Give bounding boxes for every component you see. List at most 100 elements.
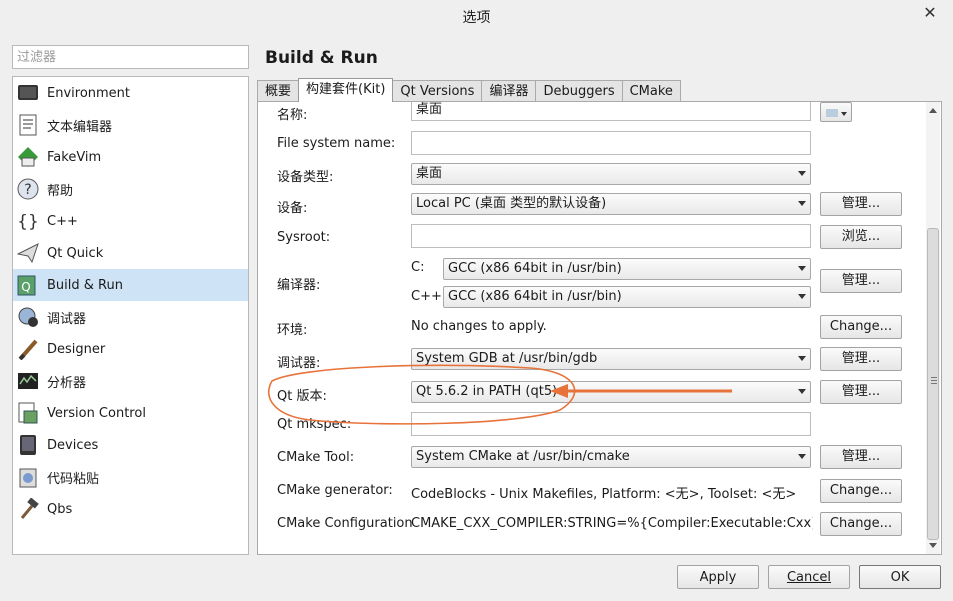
scroll-up-icon[interactable] [929, 108, 937, 113]
sidebar-item-fakevim[interactable]: FakeVim [13, 141, 248, 173]
sidebar-item-qt-quick[interactable]: Qt Quick [13, 237, 248, 269]
close-icon[interactable]: ✕ [921, 4, 939, 22]
compiler-c-label: C: [411, 260, 425, 275]
window-title: 选项 [462, 10, 491, 26]
sidebar-item-label: Devices [47, 437, 99, 453]
change-environment-button[interactable]: Change... [820, 315, 902, 339]
help-icon: ? [17, 178, 39, 200]
cancel-button[interactable]: Cancel [768, 565, 850, 589]
cmake-generator-value: CodeBlocks - Unix Makefiles, Platform: <… [411, 487, 797, 502]
chevron-down-icon [798, 389, 806, 394]
sidebar-item-qbs[interactable]: Qbs [13, 493, 248, 525]
device-type-label: 设备类型: [277, 170, 334, 185]
sysroot-label: Sysroot: [277, 230, 331, 245]
chevron-down-icon [798, 454, 806, 459]
cmake-configuration-label: CMake Configuration [277, 516, 413, 531]
chevron-down-icon [798, 294, 806, 299]
sidebar-item-label: 帮助 [47, 183, 74, 199]
filter-input[interactable] [12, 45, 249, 69]
text-editor-icon [17, 114, 39, 136]
kit-settings-panel: 名称: 桌面 File system name: 设备类型: 桌面 设备: Lo… [257, 101, 942, 555]
manage-cmake-tool-button[interactable]: 管理... [820, 445, 902, 469]
tab-kits[interactable]: 构建套件(Kit) [298, 78, 394, 102]
sidebar-item-label: 分析器 [47, 375, 87, 391]
qt-build-icon: Q [17, 274, 39, 296]
manage-debugger-button[interactable]: 管理... [820, 347, 902, 371]
sidebar-item-label: Environment [47, 85, 131, 101]
sysroot-field[interactable] [411, 224, 811, 248]
tab-overview[interactable]: 概要 [257, 80, 300, 102]
compiler-c-value: GCC (x86 64bit in /usr/bin) [448, 261, 622, 276]
qt-version-label: Qt 版本: [277, 389, 327, 404]
vim-icon [17, 146, 39, 168]
chevron-down-icon [798, 201, 806, 206]
tab-cmake[interactable]: CMake [621, 80, 681, 102]
sidebar-item-build-run[interactable]: Q Build & Run [13, 269, 248, 301]
svg-text:Q: Q [21, 280, 30, 294]
tab-qt-versions[interactable]: Qt Versions [392, 80, 483, 102]
compiler-c-select[interactable]: GCC (x86 64bit in /usr/bin) [443, 258, 811, 280]
sidebar-item-designer[interactable]: Designer [13, 333, 248, 365]
page-title: Build & Run [265, 48, 378, 68]
browse-sysroot-button[interactable]: 浏览... [820, 225, 902, 249]
manage-device-button[interactable]: 管理... [820, 192, 902, 216]
sidebar-item-cpp[interactable]: {} C++ [13, 205, 248, 237]
qt-mkspec-label: Qt mkspec: [277, 417, 352, 432]
sidebar-item-label: Designer [47, 341, 106, 357]
scrollbar-thumb[interactable] [927, 228, 939, 540]
chevron-down-icon [798, 171, 806, 176]
manage-qt-version-button[interactable]: 管理... [820, 380, 902, 404]
environment-value: No changes to apply. [411, 319, 547, 334]
debugger-label: 调试器: [277, 356, 321, 371]
vertical-scrollbar[interactable] [926, 102, 940, 554]
cmake-tool-select[interactable]: System CMake at /usr/bin/cmake [411, 446, 811, 468]
sidebar-item-code-paste[interactable]: 代码粘贴 [13, 461, 248, 493]
version-control-icon [17, 402, 39, 424]
ok-button[interactable]: OK [859, 565, 941, 589]
manage-compiler-button[interactable]: 管理... [820, 269, 902, 293]
sidebar-item-analyzer[interactable]: 分析器 [13, 365, 248, 397]
sidebar-item-label: Qt Quick [47, 245, 104, 261]
qt-version-select[interactable]: Qt 5.6.2 in PATH (qt5) [411, 381, 811, 403]
device-label: 设备: [277, 201, 308, 216]
sidebar-item-label: FakeVim [47, 149, 102, 165]
sidebar: Environment 文本编辑器 FakeVim ? 帮助 {} C++ Qt… [12, 76, 249, 555]
qt-mkspec-field[interactable] [411, 412, 811, 436]
device-type-select[interactable]: 桌面 [411, 163, 811, 185]
sidebar-item-label: Version Control [47, 405, 146, 421]
sidebar-item-version-control[interactable]: Version Control [13, 397, 248, 429]
debugger-select[interactable]: System GDB at /usr/bin/gdb [411, 348, 811, 370]
sidebar-item-label: 调试器 [47, 311, 87, 327]
tab-compilers[interactable]: 编译器 [481, 80, 537, 102]
tab-debuggers[interactable]: Debuggers [535, 80, 623, 102]
svg-text:{}: {} [17, 212, 39, 232]
scroll-down-icon[interactable] [929, 543, 937, 548]
cmake-tool-value: System CMake at /usr/bin/cmake [416, 449, 630, 464]
sidebar-item-text-editor[interactable]: 文本编辑器 [13, 109, 248, 141]
sidebar-item-environment[interactable]: Environment [13, 77, 248, 109]
sidebar-item-devices[interactable]: Devices [13, 429, 248, 461]
change-cmake-configuration-button[interactable]: Change... [820, 512, 902, 536]
paper-plane-icon [17, 242, 39, 264]
code-paste-icon [17, 466, 39, 488]
sidebar-item-label: C++ [47, 213, 78, 229]
sidebar-item-help[interactable]: ? 帮助 [13, 173, 248, 205]
apply-button[interactable]: Apply [677, 565, 759, 589]
device-select[interactable]: Local PC (桌面 类型的默认设备) [411, 193, 811, 215]
debugger-icon [17, 306, 39, 328]
svg-text:?: ? [24, 182, 31, 198]
cmake-generator-label: CMake generator: [277, 483, 393, 498]
compiler-label: 编译器: [277, 278, 321, 293]
sidebar-item-label: Build & Run [47, 277, 123, 293]
change-cmake-generator-button[interactable]: Change... [820, 479, 902, 503]
device-type-value: 桌面 [416, 166, 443, 181]
sidebar-item-debugger[interactable]: 调试器 [13, 301, 248, 333]
chevron-down-icon [798, 356, 806, 361]
name-field[interactable]: 桌面 [411, 102, 811, 121]
kit-icon-button[interactable] [820, 102, 852, 122]
cmake-configuration-value: CMAKE_CXX_COMPILER:STRING=%{Compiler:Exe… [411, 516, 813, 531]
compiler-cpp-select[interactable]: GCC (x86 64bit in /usr/bin) [443, 286, 811, 308]
compiler-cpp-label: C++: [411, 289, 447, 304]
fs-name-field[interactable] [411, 131, 811, 155]
qt-version-value: Qt 5.6.2 in PATH (qt5) [416, 384, 558, 399]
